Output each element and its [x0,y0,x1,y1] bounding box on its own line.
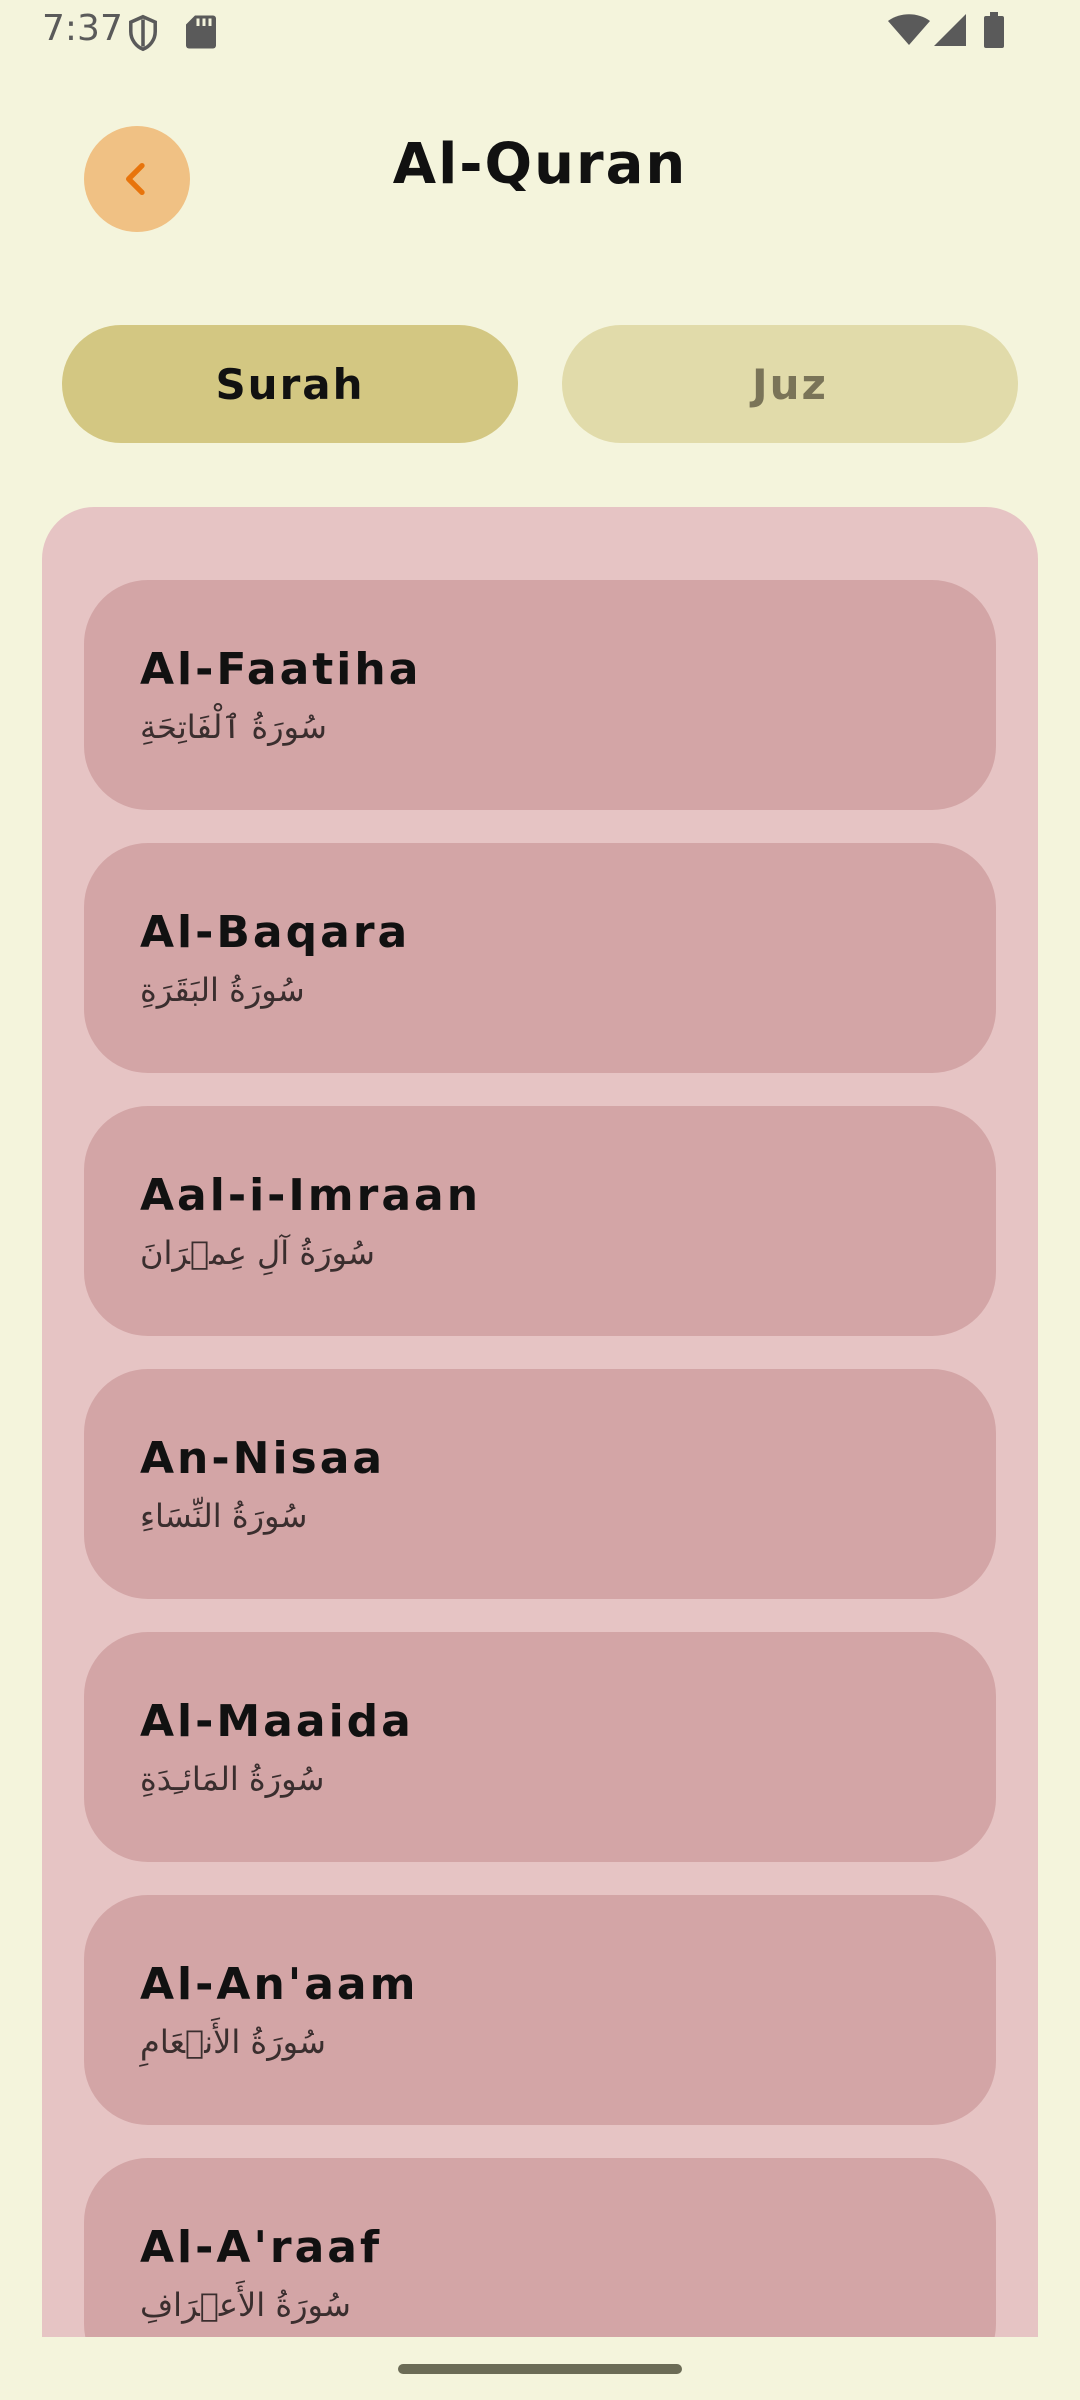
tab-surah[interactable]: Surah [62,325,518,443]
surah-list[interactable]: Al-Faatiha سُورَةُ ٱلْفَاتِحَةِ Al-Baqar… [42,507,1038,2337]
surah-arabic-name: سُورَةُ الأَعۡرَافِ [140,2286,351,2324]
tab-bar: Surah Juz [62,325,1018,443]
list-item-surah[interactable]: Al-Maaida سُورَةُ المَائـِدَةِ [84,1632,996,1862]
list-item-surah[interactable]: Aal-i-Imraan سُورَةُ آلِ عِمۡرَانَ [84,1106,996,1336]
sd-card-icon [186,15,216,49]
surah-name: Al-A'raaf [140,2222,383,2273]
surah-name: Aal-i-Imraan [140,1170,482,1221]
page-title: Al-Quran [392,132,688,197]
list-item-surah[interactable]: An-Nisaa سُورَةُ النِّسَاءِ [84,1369,996,1599]
shield-icon [129,14,157,52]
battery-icon [984,12,1004,48]
status-time: 7:37 [42,8,123,49]
surah-name: Al-Maaida [140,1696,414,1747]
surah-arabic-name: سُورَةُ النِّسَاءِ [140,1497,308,1535]
home-indicator[interactable] [398,2364,682,2374]
surah-arabic-name: سُورَةُ آلِ عِمۡرَانَ [140,1234,375,1272]
list-item-surah[interactable]: Al-Faatiha سُورَةُ ٱلْفَاتِحَةِ [84,580,996,810]
surah-arabic-name: سُورَةُ المَائـِدَةِ [140,1760,325,1798]
tab-juz[interactable]: Juz [562,325,1018,443]
wifi-icon [888,14,930,45]
signal-icon [934,14,966,46]
surah-arabic-name: سُورَةُ الأَنۡعَامِ [140,2023,326,2061]
surah-name: Al-Faatiha [140,644,422,695]
surah-arabic-name: سُورَةُ ٱلْفَاتِحَةِ [140,708,327,746]
list-item-surah[interactable]: Al-An'aam سُورَةُ الأَنۡعَامِ [84,1895,996,2125]
list-item-surah[interactable]: Al-A'raaf سُورَةُ الأَعۡرَافِ [84,2158,996,2337]
surah-name: Al-An'aam [140,1959,419,2010]
status-bar: 7:37 [0,0,1080,64]
surah-arabic-name: سُورَةُ البَقَرَةِ [140,971,305,1009]
surah-name: Al-Baqara [140,907,411,958]
list-item-surah[interactable]: Al-Baqara سُورَةُ البَقَرَةِ [84,843,996,1073]
surah-name: An-Nisaa [140,1433,386,1484]
